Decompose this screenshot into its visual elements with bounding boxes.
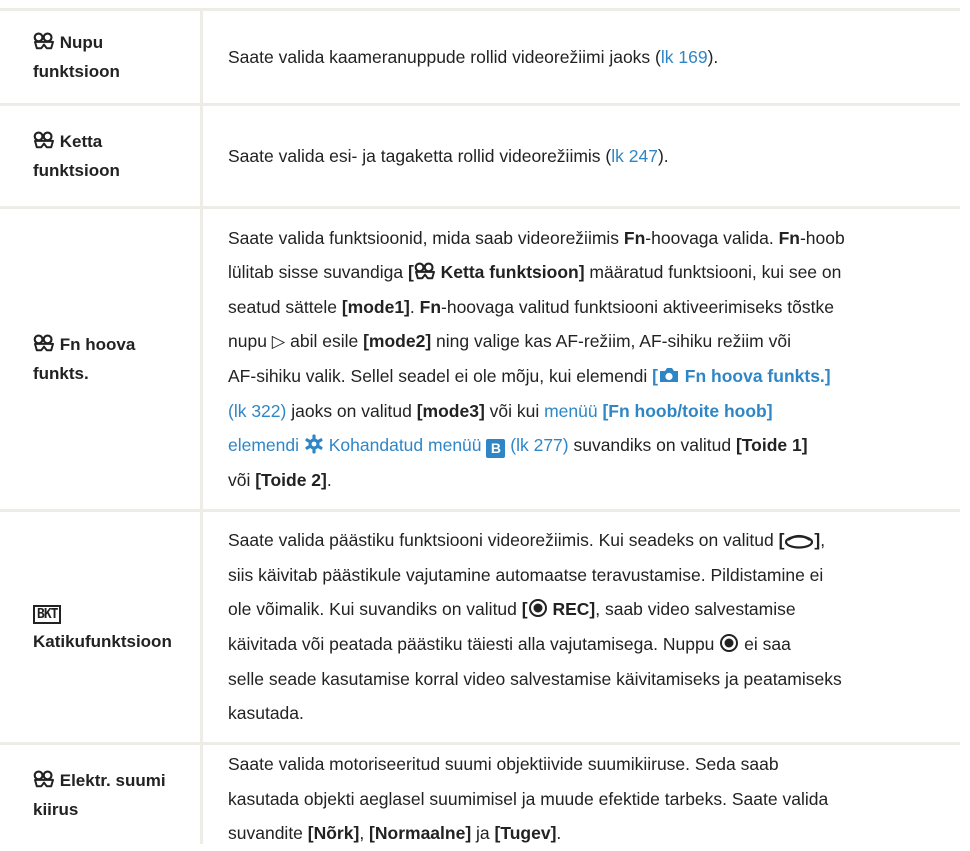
desc-line: kasutada. — [228, 703, 304, 724]
label-line: Katikufunktsioon — [33, 632, 172, 651]
desc-bold: [Normaalne] — [369, 823, 472, 844]
label-line: Nupu — [59, 33, 104, 52]
record-icon — [720, 634, 739, 652]
desc-text: Saate valida funktsioonid, mida saab vid… — [228, 227, 624, 248]
row-label: Nupu funktsioon — [0, 11, 203, 103]
desc-text: -hoovaga valitud funktsiooni aktiveerimi… — [441, 296, 834, 317]
menu-badge-b: B — [486, 439, 506, 459]
table-row: Ketta funktsioon Saate valida esi- ja ta… — [0, 103, 960, 206]
desc-text: nupu — [228, 331, 272, 352]
row-description: Saate valida motoriseeritud suumi objekt… — [203, 745, 960, 844]
desc-text: suvandiks on valitud — [568, 435, 736, 456]
desc-text: või — [228, 469, 256, 490]
desc-text: ja — [471, 823, 495, 844]
row-label: Elektr. suumi kiirus — [0, 745, 203, 844]
label-line: Elektr. suumi — [59, 770, 166, 790]
menu-link[interactable]: elemendi — [228, 435, 304, 455]
table-row: Fn hoova funkts. Saate valida funktsioon… — [0, 206, 960, 509]
row-label: Fn hoova funkts. — [0, 209, 203, 509]
desc-bold: Fn — [419, 296, 442, 317]
label-line: funktsioon — [33, 62, 120, 81]
desc-text: -hoovaga valida. — [645, 227, 779, 248]
desc-line: Saate valida motoriseeritud suumi objekt… — [228, 754, 779, 774]
menu-link[interactable]: Kohandatud menüü — [324, 435, 487, 455]
desc-bold: Ketta funktsioon] — [435, 262, 585, 283]
desc-text: Saate valida kaameranuppude rollid video… — [228, 46, 661, 67]
movie-icon — [33, 32, 55, 50]
row-description: Saate valida päästiku funktsiooni videor… — [203, 512, 960, 742]
desc-text: ). — [657, 145, 669, 166]
gear-icon — [305, 434, 323, 454]
desc-text: lülitab sisse suvandiga — [228, 262, 408, 283]
movie-icon — [414, 262, 436, 280]
menu-link[interactable]: menüü — [544, 401, 602, 421]
desc-text: -hoob — [799, 227, 845, 248]
page-link[interactable]: lk 169 — [661, 47, 708, 67]
desc-text: ole võimalik. Kui suvandiks on valitud — [228, 599, 522, 620]
desc-line: kasutada objekti aeglasel suumimisel ja … — [228, 788, 829, 809]
half-press-shutter-icon — [785, 535, 814, 549]
desc-line: siis käivitab päästikule vajutamine auto… — [228, 564, 824, 585]
desc-text: suvandite — [228, 823, 308, 844]
desc-bold: [Tugev] — [494, 823, 557, 844]
page-link[interactable]: (lk 277) — [505, 435, 568, 455]
row-description: Saate valida esi- ja tagaketta rollid vi… — [203, 106, 960, 206]
desc-line: selle seade kasutamise korral video salv… — [228, 668, 842, 689]
right-arrow-icon: ▷ — [271, 331, 286, 352]
desc-text: . — [326, 469, 332, 490]
label-line: funkts. — [33, 364, 89, 383]
desc-bold: Fn — [623, 227, 646, 248]
row-description: Saate valida funktsioonid, mida saab vid… — [203, 209, 960, 509]
label-line: kiirus — [33, 799, 79, 819]
desc-bold: REC] — [547, 599, 596, 620]
row-label: Ketta funktsioon — [0, 106, 203, 206]
desc-text: ). — [707, 46, 719, 67]
desc-text: Saate valida päästiku funktsiooni videor… — [228, 530, 779, 551]
desc-text: ning valige kas AF-režiim, AF-sihiku rež… — [431, 331, 791, 352]
desc-bold: [Toide 1] — [735, 435, 808, 456]
desc-text: . — [409, 296, 420, 317]
desc-bold: [mode2] — [363, 331, 432, 352]
desc-text: . — [556, 823, 562, 844]
settings-table: Nupu funktsioon Saate valida kaameranupp… — [0, 0, 970, 844]
label-line: Fn hoova — [59, 335, 136, 354]
desc-text: või kui — [484, 400, 545, 421]
movie-icon — [33, 770, 55, 788]
desc-bold: [Nõrk] — [307, 823, 360, 844]
desc-bold: [mode1] — [341, 296, 410, 317]
desc-text: , — [359, 823, 370, 844]
record-icon — [528, 599, 547, 618]
row-description: Saate valida kaameranuppude rollid video… — [203, 11, 960, 103]
menu-link-bold[interactable]: [Fn hoob/toite hoob] — [602, 401, 772, 421]
desc-text: Saate valida esi- ja tagaketta rollid vi… — [228, 145, 612, 166]
page-link[interactable]: (lk 322) — [228, 401, 286, 421]
row-label: BKT Katikufunktsioon — [0, 512, 203, 742]
table-row: Elektr. suumi kiirus Saate valida motori… — [0, 742, 960, 844]
desc-bold: Fn — [778, 227, 800, 248]
desc-text: seatud sättele — [228, 296, 342, 317]
page-link[interactable]: lk 247 — [611, 146, 658, 166]
desc-text: ei saa — [739, 634, 791, 654]
camera-icon — [659, 368, 678, 382]
desc-bold: [Toide 2] — [255, 469, 327, 490]
desc-text: määratud funktsiooni, kui see on — [584, 262, 842, 283]
label-line: funktsioon — [33, 161, 120, 180]
bkt-icon: BKT — [33, 605, 62, 624]
desc-text: abil esile — [285, 331, 364, 352]
desc-text: jaoks on valitud — [286, 400, 417, 421]
table-row: Nupu funktsioon Saate valida kaameranupp… — [0, 8, 960, 103]
label-line: Ketta — [59, 132, 103, 151]
desc-text: AF-sihiku valik. Sellel seadel ei ole mõ… — [228, 366, 653, 386]
desc-text: , — [820, 530, 826, 551]
desc-text: , saab video salvestamise — [595, 599, 796, 620]
movie-icon — [33, 131, 55, 149]
desc-bold: [mode3] — [416, 400, 485, 421]
link-bold[interactable]: Fn hoova funkts.] — [680, 366, 831, 386]
movie-icon — [33, 334, 55, 352]
desc-text: käivitada või peatada päästiku täiesti a… — [228, 634, 720, 654]
table-row: BKT Katikufunktsioon Saate valida päästi… — [0, 509, 960, 742]
